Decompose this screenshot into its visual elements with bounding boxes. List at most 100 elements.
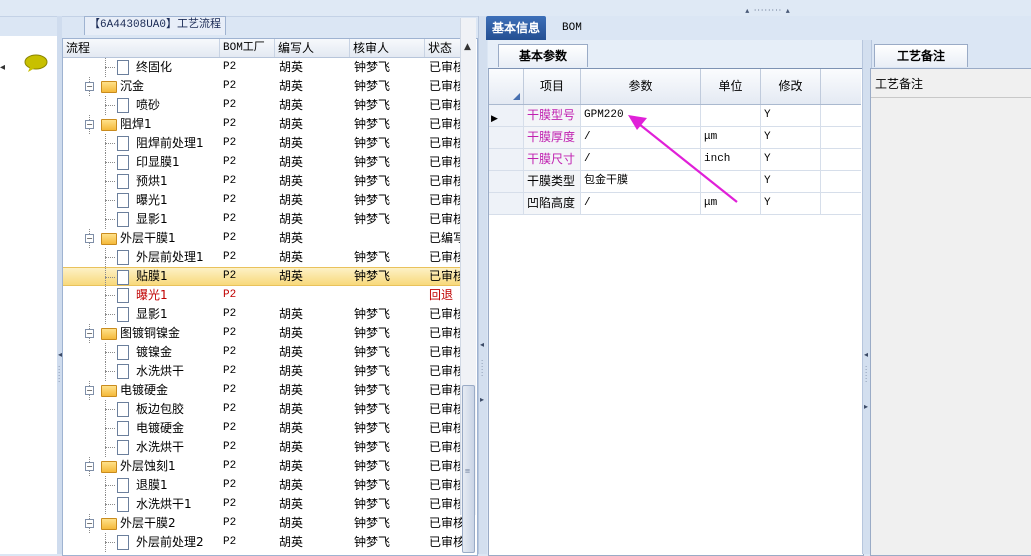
splitter-grip-icon[interactable]: ▴ ········ ▴ bbox=[736, 7, 800, 15]
tree-step-row[interactable]: 外层前处理2 P2 胡英 钟梦飞 已审核 bbox=[63, 533, 463, 552]
tree-folder-row[interactable]: − 图镀铜镍金 P2 胡英 钟梦飞 已审核 bbox=[63, 324, 463, 343]
splitter-arrow-icon[interactable]: ◂ bbox=[480, 340, 484, 349]
col-header-flow[interactable]: 流程 bbox=[63, 39, 220, 57]
tree-folder-row[interactable]: − 外层干膜2 P2 胡英 钟梦飞 已审核 bbox=[63, 514, 463, 533]
cell-param-modify[interactable]: Y bbox=[761, 127, 821, 148]
tree-step-row[interactable]: 板边包胶 P2 胡英 钟梦飞 已审核 bbox=[63, 400, 463, 419]
cell-bom-factory: P2 bbox=[223, 61, 237, 73]
tab-basic-params[interactable]: 基本参数 bbox=[498, 44, 588, 67]
col-header-modify[interactable]: 修改 bbox=[761, 69, 821, 104]
cell-bom-factory: P2 bbox=[223, 422, 237, 434]
cell-auditor: 钟梦飞 bbox=[354, 193, 391, 207]
tree-step-row[interactable]: 显影1 P2 胡英 钟梦飞 已审核 bbox=[63, 210, 463, 229]
row-indicator[interactable]: ▶ bbox=[489, 105, 524, 126]
collapse-arrow-icon[interactable]: ◂ bbox=[0, 62, 5, 73]
cell-auditor: 钟梦飞 bbox=[354, 383, 391, 397]
tree-folder-row[interactable]: − 外层干膜1 P2 胡英 已编写 bbox=[63, 229, 463, 248]
tree-step-row[interactable]: 贴膜1 P2 胡英 钟梦飞 已审核 bbox=[63, 267, 463, 287]
process-notes-panel[interactable]: 工艺备注 bbox=[870, 68, 1031, 556]
middle-splitter[interactable] bbox=[478, 16, 487, 554]
cell-param-modify[interactable]: Y bbox=[761, 149, 821, 170]
tree-step-row[interactable]: 外层前处理1 P2 胡英 钟梦飞 已审核 bbox=[63, 248, 463, 267]
cell-step-name: 外层干膜2 bbox=[120, 516, 176, 530]
collapse-toggle-icon[interactable]: − bbox=[85, 234, 94, 243]
tree-step-row[interactable]: 曝光1 P2 回退 bbox=[63, 286, 461, 305]
tree-step-row[interactable]: 水洗烘干1 P2 胡英 钟梦飞 已审核 bbox=[63, 495, 463, 514]
left-splitter-arrow-icon[interactable]: ◂ bbox=[58, 350, 62, 359]
col-header-param[interactable]: 参数 bbox=[581, 69, 701, 104]
tree-step-row[interactable]: 曝光1 P2 胡英 钟梦飞 已审核 bbox=[63, 191, 463, 210]
tree-branch-line bbox=[105, 143, 115, 144]
tree-step-row[interactable]: 阻焊前处理1 P2 胡英 钟梦飞 已审核 bbox=[63, 134, 463, 153]
col-header-bom-factory[interactable]: BOM工厂 bbox=[220, 39, 275, 57]
tree-step-row[interactable]: 镀镍金 P2 胡英 钟梦飞 已审核 bbox=[63, 343, 463, 362]
scroll-up-arrow-icon[interactable]: ▲ bbox=[460, 40, 475, 54]
tree-step-row[interactable]: 电镀硬金 P2 胡英 钟梦飞 已审核 bbox=[63, 419, 463, 438]
right-splitter-dots-icon: · · · · · · bbox=[865, 363, 868, 386]
col-header-auditor[interactable]: 核审人 bbox=[350, 39, 425, 57]
cell-bom-factory: P2 bbox=[223, 99, 237, 111]
cell-status: 已审核 bbox=[429, 535, 463, 549]
collapse-toggle-icon[interactable]: − bbox=[85, 386, 94, 395]
cell-param-modify[interactable]: Y bbox=[761, 105, 821, 126]
collapse-toggle-icon[interactable]: − bbox=[85, 82, 94, 91]
splitter-arrow-icon[interactable]: ▸ bbox=[480, 395, 484, 404]
tree-branch-line bbox=[105, 542, 115, 543]
cell-auditor: 钟梦飞 bbox=[354, 345, 391, 359]
cell-writer: 胡英 bbox=[279, 345, 304, 359]
tree-step-row[interactable]: 水洗烘干 P2 胡英 钟梦飞 已审核 bbox=[63, 362, 463, 381]
cell-bom-factory: P2 bbox=[223, 80, 237, 92]
tree-step-row[interactable]: 退膜1 P2 胡英 钟梦飞 已审核 bbox=[63, 476, 463, 495]
cell-status: 已审核 bbox=[429, 383, 463, 397]
tab-process-notes[interactable]: 工艺备注 bbox=[874, 44, 968, 67]
cell-writer: 胡英 bbox=[279, 136, 304, 150]
tab-basic-info[interactable]: 基本信息 bbox=[486, 16, 547, 40]
tree-step-row[interactable]: 印显膜1 P2 胡英 钟梦飞 已审核 bbox=[63, 153, 463, 172]
col-header-item[interactable]: 项目 bbox=[524, 69, 581, 104]
row-indicator[interactable] bbox=[489, 193, 524, 214]
tree-step-row[interactable]: 喷砂 P2 胡英 钟梦飞 已审核 bbox=[63, 96, 463, 115]
cell-param-modify[interactable]: Y bbox=[761, 193, 821, 214]
tree-step-row[interactable]: 终固化 P2 胡英 钟梦飞 已审核 bbox=[63, 58, 463, 77]
row-indicator[interactable] bbox=[489, 127, 524, 148]
col-header-writer[interactable]: 编写人 bbox=[275, 39, 350, 57]
collapse-toggle-icon[interactable]: − bbox=[85, 120, 94, 129]
cell-writer: 胡英 bbox=[279, 231, 304, 245]
right-splitter-arrow-icon[interactable]: ◂ bbox=[864, 350, 868, 359]
cell-auditor: 钟梦飞 bbox=[354, 136, 391, 150]
cell-step-name: 镀镍金 bbox=[136, 345, 173, 359]
cell-auditor: 钟梦飞 bbox=[354, 478, 391, 492]
collapse-toggle-icon[interactable]: − bbox=[85, 329, 94, 338]
tree-folder-row[interactable]: − 沉金 P2 胡英 钟梦飞 已审核 bbox=[63, 77, 463, 96]
tree-branch-line bbox=[105, 219, 115, 220]
row-indicator[interactable] bbox=[489, 171, 524, 192]
tree-step-row[interactable]: 显影1 P2 胡英 钟梦飞 已审核 bbox=[63, 305, 463, 324]
collapse-toggle-icon[interactable]: − bbox=[85, 462, 94, 471]
tree-folder-row[interactable]: − 外层蚀刻1 P2 胡英 钟梦飞 已审核 bbox=[63, 457, 463, 476]
col-header-status[interactable]: 状态 bbox=[425, 39, 463, 57]
cell-status: 已审核 bbox=[429, 155, 463, 169]
cell-blank bbox=[821, 193, 861, 214]
tree-branch-line bbox=[105, 257, 115, 258]
tree-folder-row[interactable]: − 电镀硬金 P2 胡英 钟梦飞 已审核 bbox=[63, 381, 463, 400]
cell-auditor: 钟梦飞 bbox=[354, 79, 391, 93]
right-splitter-arrow-icon[interactable]: ▸ bbox=[864, 402, 868, 411]
cell-writer: 胡英 bbox=[279, 269, 304, 283]
process-tree-grid[interactable]: 流程 BOM工厂 编写人 核审人 状态 终固化 P2 胡英 钟梦飞 已审核 − 沉金 P2 胡英… bbox=[62, 38, 478, 556]
cell-bom-factory: P2 bbox=[223, 289, 237, 301]
tree-branch-line bbox=[105, 200, 115, 201]
tab-bom[interactable]: BOM bbox=[556, 16, 588, 40]
cell-writer: 胡英 bbox=[279, 383, 304, 397]
cell-bom-factory: P2 bbox=[223, 365, 237, 377]
tree-folder-row[interactable]: − 阻焊1 P2 胡英 钟梦飞 已审核 bbox=[63, 115, 463, 134]
cell-bom-factory: P2 bbox=[223, 175, 237, 187]
document-icon bbox=[117, 270, 129, 285]
col-header-unit[interactable]: 单位 bbox=[701, 69, 761, 104]
cell-param-modify[interactable]: Y bbox=[761, 171, 821, 192]
tree-step-row[interactable]: 水洗烘干 P2 胡英 钟梦飞 已审核 bbox=[63, 438, 463, 457]
tree-step-row[interactable]: 预烘1 P2 胡英 钟梦飞 已审核 bbox=[63, 172, 463, 191]
row-indicator[interactable] bbox=[489, 149, 524, 170]
chat-bubble-icon[interactable] bbox=[24, 54, 48, 72]
collapse-toggle-icon[interactable]: − bbox=[85, 519, 94, 528]
cell-bom-factory: P2 bbox=[223, 517, 237, 529]
